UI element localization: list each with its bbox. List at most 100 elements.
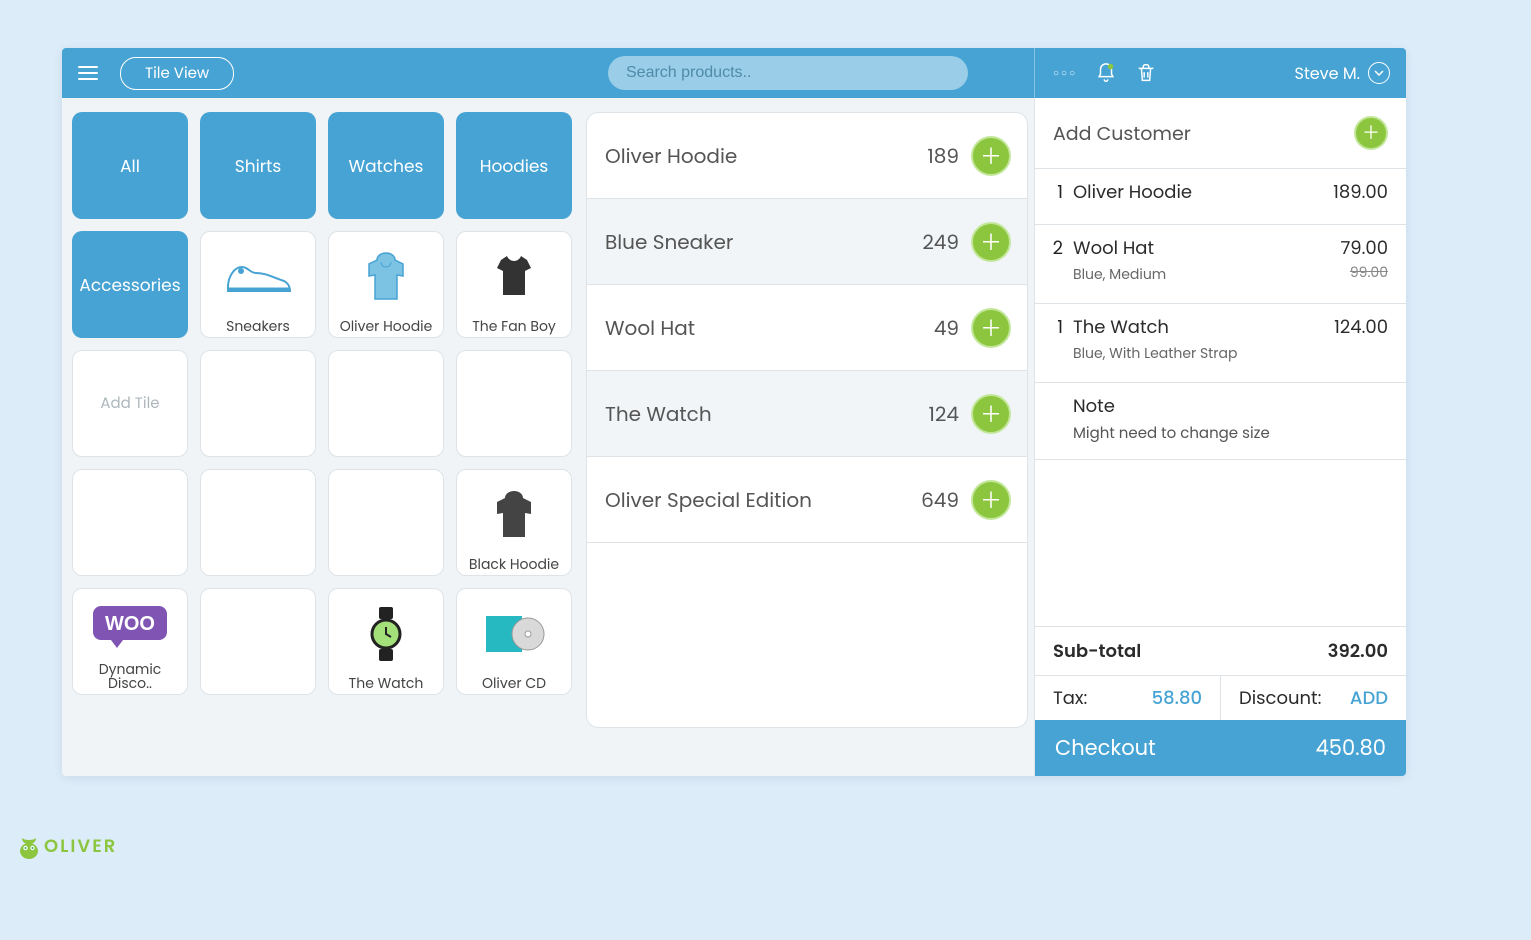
product-name: Oliver Hoodie — [605, 141, 915, 171]
hoodie-dark-icon — [489, 474, 539, 555]
tile-label: Add Tile — [100, 392, 159, 415]
hoodie-icon — [361, 236, 411, 317]
add-tile-button[interactable]: Add Tile — [72, 350, 188, 457]
product-price: 649 — [921, 485, 959, 515]
brand-logo: OLIVER — [18, 833, 117, 860]
discount-cell: Discount: ADD — [1221, 676, 1406, 720]
top-bar: Tile View ○○○ Steve M. — [62, 48, 1406, 98]
discount-add-button[interactable]: ADD — [1350, 685, 1388, 712]
empty-tile[interactable] — [200, 588, 316, 695]
empty-tile[interactable] — [72, 469, 188, 576]
product-price: 49 — [934, 313, 959, 343]
tile-oliver-cd[interactable]: Oliver CD — [456, 588, 572, 695]
add-customer-button[interactable]: ＋ — [1354, 116, 1388, 150]
cart-totals: Sub-total 392.00 Tax: 58.80 Discount: AD… — [1035, 626, 1406, 776]
add-to-cart-button[interactable]: ＋ — [971, 136, 1011, 176]
cart-item[interactable]: 2 Wool Hat Blue, Medium 79.00 99.00 — [1035, 225, 1406, 304]
category-all[interactable]: All — [72, 112, 188, 219]
search-input[interactable] — [608, 56, 968, 90]
note-title: Note — [1073, 393, 1388, 420]
checkout-button[interactable]: Checkout 450.80 — [1035, 720, 1406, 776]
product-price: 189 — [927, 141, 959, 171]
tile-label: Sneakers — [226, 317, 290, 333]
add-customer-row[interactable]: Add Customer ＋ — [1035, 98, 1406, 169]
product-name: The Watch — [605, 399, 917, 429]
user-menu[interactable]: Steve M. — [1295, 61, 1390, 86]
empty-tile[interactable] — [328, 350, 444, 457]
cart-panel: Add Customer ＋ 1 Oliver Hoodie 189.00 2 — [1034, 98, 1406, 776]
app-window: Tile View ○○○ Steve M. — [62, 48, 1406, 776]
cart-item-qty: 1 — [1047, 179, 1063, 206]
cart-item-name: Wool Hat — [1073, 235, 1330, 262]
product-list: Oliver Hoodie 189 ＋ Blue Sneaker 249 ＋ W… — [586, 112, 1028, 728]
tile-grid: All Shirts Watches Hoodies Accessories S… — [62, 98, 582, 776]
category-shirts[interactable]: Shirts — [200, 112, 316, 219]
cart-item[interactable]: 1 The Watch Blue, With Leather Strap 124… — [1035, 304, 1406, 383]
tile-oliver-hoodie[interactable]: Oliver Hoodie — [328, 231, 444, 338]
tax-value: 58.80 — [1152, 685, 1202, 712]
watch-icon — [368, 593, 404, 674]
tax-discount-row: Tax: 58.80 Discount: ADD — [1035, 676, 1406, 720]
tile-view-button[interactable]: Tile View — [120, 57, 234, 90]
cart-item-original-price: 99.00 — [1340, 262, 1388, 283]
category-hoodies[interactable]: Hoodies — [456, 112, 572, 219]
cart-note[interactable]: Note Might need to change size — [1035, 383, 1406, 460]
add-customer-label: Add Customer — [1053, 119, 1191, 148]
add-to-cart-button[interactable]: ＋ — [971, 308, 1011, 348]
add-to-cart-button[interactable]: ＋ — [971, 480, 1011, 520]
tile-sneakers[interactable]: Sneakers — [200, 231, 316, 338]
product-row[interactable]: Wool Hat 49 ＋ — [587, 285, 1027, 371]
app-body: All Shirts Watches Hoodies Accessories S… — [62, 98, 1406, 776]
svg-text:WOO: WOO — [105, 613, 155, 635]
product-row[interactable]: Blue Sneaker 249 ＋ — [587, 199, 1027, 285]
chevron-down-icon — [1368, 62, 1390, 84]
tile-label: Black Hoodie — [469, 555, 559, 571]
product-row[interactable]: Oliver Hoodie 189 ＋ — [587, 113, 1027, 199]
notifications-icon[interactable] — [1095, 62, 1117, 84]
empty-tile[interactable] — [328, 469, 444, 576]
cart-item-qty: 2 — [1047, 235, 1063, 285]
category-accessories[interactable]: Accessories — [72, 231, 188, 338]
cart-item-name: Oliver Hoodie — [1073, 179, 1323, 206]
cart-item-variant: Blue, With Leather Strap — [1073, 343, 1324, 364]
subtotal-value: 392.00 — [1328, 638, 1388, 665]
subtotal-row: Sub-total 392.00 — [1035, 627, 1406, 676]
product-name: Oliver Special Edition — [605, 485, 909, 515]
product-list-panel: Oliver Hoodie 189 ＋ Blue Sneaker 249 ＋ W… — [582, 98, 1034, 776]
empty-tile[interactable] — [456, 350, 572, 457]
cart-item-price: 79.00 — [1340, 235, 1388, 262]
more-icon[interactable]: ○○○ — [1053, 65, 1077, 81]
product-row[interactable]: Oliver Special Edition 649 ＋ — [587, 457, 1027, 543]
trash-icon[interactable] — [1135, 62, 1157, 84]
tile-black-hoodie[interactable]: Black Hoodie — [456, 469, 572, 576]
note-text: Might need to change size — [1073, 422, 1388, 445]
product-name: Wool Hat — [605, 313, 922, 343]
tile-label: The Watch — [349, 674, 424, 690]
product-row[interactable]: The Watch 124 ＋ — [587, 371, 1027, 457]
cart-item[interactable]: 1 Oliver Hoodie 189.00 — [1035, 169, 1406, 225]
woo-icon: WOO — [91, 593, 169, 660]
tshirt-icon — [489, 236, 539, 317]
sneaker-icon — [223, 236, 293, 317]
category-watches[interactable]: Watches — [328, 112, 444, 219]
product-name: Blue Sneaker — [605, 227, 910, 257]
tile-label: Dynamic Disco.. — [75, 660, 185, 690]
tax-cell: Tax: 58.80 — [1035, 676, 1221, 720]
tile-label: Oliver CD — [482, 674, 546, 690]
brand-name: OLIVER — [44, 833, 117, 860]
tile-dynamic-discount[interactable]: WOO Dynamic Disco.. — [72, 588, 188, 695]
discount-label: Discount: — [1239, 685, 1321, 712]
tile-fan-boy[interactable]: The Fan Boy — [456, 231, 572, 338]
tile-the-watch[interactable]: The Watch — [328, 588, 444, 695]
tile-label: Oliver Hoodie — [340, 317, 433, 333]
empty-tile[interactable] — [200, 469, 316, 576]
cart-item-price: 124.00 — [1334, 314, 1388, 341]
menu-icon[interactable] — [78, 66, 98, 80]
add-to-cart-button[interactable]: ＋ — [971, 394, 1011, 434]
tile-label: The Fan Boy — [472, 317, 556, 333]
empty-tile[interactable] — [200, 350, 316, 457]
product-price: 249 — [922, 227, 959, 257]
owl-icon — [18, 834, 40, 860]
cart-item-variant: Blue, Medium — [1073, 264, 1330, 285]
add-to-cart-button[interactable]: ＋ — [971, 222, 1011, 262]
